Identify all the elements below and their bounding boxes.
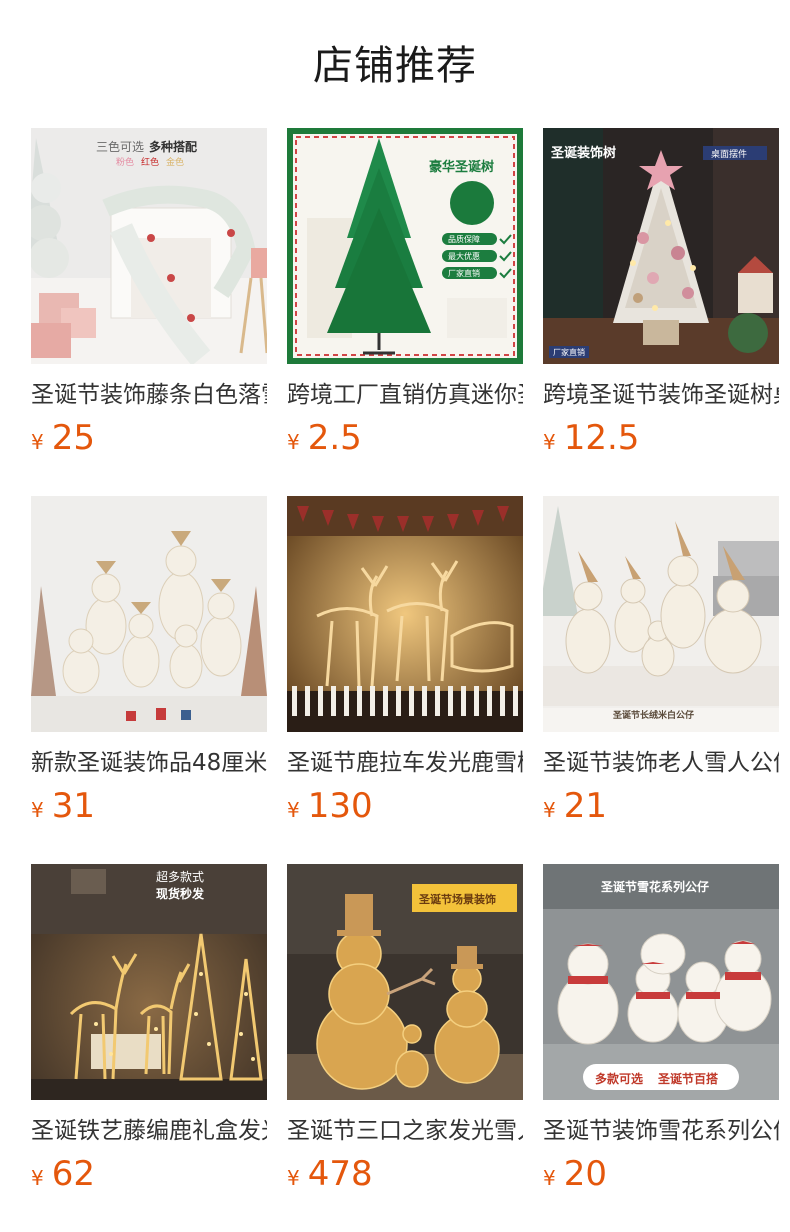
product-card[interactable]: 圣诞节场景装饰 圣诞节三口之家发光雪人摆件 ¥478 <box>287 864 523 1232</box>
currency-symbol: ¥ <box>287 1166 300 1190</box>
product-image[interactable] <box>287 496 523 732</box>
image-caption: 圣诞节长绒米白公仔 <box>613 711 695 721</box>
product-price: ¥12.5 <box>543 418 779 458</box>
image-caption: 粉色 <box>116 158 135 168</box>
product-price: ¥21 <box>543 786 779 826</box>
product-card[interactable]: 三色可选 多种搭配 粉色 红色 金色 圣诞节装饰藤条白色落雪花圣诞树藤条挂件 ¥… <box>31 128 267 496</box>
price-value: 2.5 <box>307 418 362 458</box>
product-price: ¥20 <box>543 1154 779 1194</box>
page-title: 店铺推荐 <box>313 43 477 89</box>
product-name[interactable]: 圣诞节鹿拉车发光鹿雪橇摆件 <box>287 747 523 779</box>
product-name[interactable]: 圣诞节装饰老人雪人公仔摆件 <box>543 747 779 779</box>
price-value: 25 <box>51 418 95 458</box>
product-card[interactable]: 圣诞节雪花系列公仔 多款可选 圣诞节百搭 圣诞节装饰雪花系列公仔摆件 ¥20 <box>543 864 779 1232</box>
snowflake-dolls-image <box>543 864 779 1100</box>
santa-snowman-image <box>543 496 779 732</box>
product-card[interactable]: 圣诞节长绒米白公仔 圣诞节装饰老人雪人公仔摆件 ¥21 <box>543 496 779 864</box>
product-name[interactable]: 跨境圣诞节装饰圣诞树桌面摆件 <box>543 379 779 411</box>
price-value: 62 <box>51 1154 95 1194</box>
product-card[interactable]: 豪华圣诞树 品质保障 最大优惠 厂家直销 跨境工厂直销仿真迷你圣诞树加密绿色 ¥… <box>287 128 523 496</box>
reindeer-sleigh-image <box>287 496 523 732</box>
price-value: 31 <box>51 786 95 826</box>
product-image[interactable]: 超多款式 现货秒发 <box>31 864 267 1100</box>
image-caption: 超多款式 <box>156 870 205 884</box>
image-caption: 多种搭配 <box>149 140 198 154</box>
product-image[interactable]: 圣诞装饰树 桌面摆件 厂家直销 <box>543 128 779 364</box>
product-name[interactable]: 圣诞节装饰雪花系列公仔摆件 <box>543 1115 779 1147</box>
product-image[interactable]: 豪华圣诞树 品质保障 最大优惠 厂家直销 <box>287 128 523 364</box>
image-caption: 金色 <box>166 158 185 168</box>
currency-symbol: ¥ <box>543 1166 556 1190</box>
currency-symbol: ¥ <box>31 1166 44 1190</box>
product-price: ¥2.5 <box>287 418 523 458</box>
image-caption: 圣诞节场景装饰 <box>419 893 496 906</box>
product-image[interactable]: 圣诞节场景装饰 <box>287 864 523 1100</box>
product-name[interactable]: 跨境工厂直销仿真迷你圣诞树加密绿色 <box>287 379 523 411</box>
product-card[interactable]: 超多款式 现货秒发 圣诞铁艺藤编鹿礼盒发光摆件 ¥62 <box>31 864 267 1232</box>
desktop-tree-image <box>543 128 779 364</box>
image-caption: 厂家直销 <box>553 348 585 357</box>
product-image[interactable]: 圣诞节雪花系列公仔 多款可选 圣诞节百搭 <box>543 864 779 1100</box>
product-price: ¥62 <box>31 1154 267 1194</box>
image-caption: 现货秒发 <box>156 887 205 901</box>
image-caption: 圣诞节百搭 <box>658 1072 719 1086</box>
image-caption: 圣诞装饰树 <box>551 146 617 161</box>
product-card[interactable]: 圣诞节鹿拉车发光鹿雪橇摆件 ¥130 <box>287 496 523 864</box>
product-name[interactable]: 圣诞节三口之家发光雪人摆件 <box>287 1115 523 1147</box>
product-price: ¥31 <box>31 786 267 826</box>
rattan-deer-image <box>31 864 267 1100</box>
currency-symbol: ¥ <box>287 798 300 822</box>
product-price: ¥478 <box>287 1154 523 1194</box>
image-caption: 品质保障 <box>448 235 480 244</box>
recommend-page: 店铺推荐 三色可选 多种搭配 粉色 红色 金色 圣诞节装饰藤条白色落 ¥ 25 … <box>0 0 790 1232</box>
price-value: 12.5 <box>563 418 640 458</box>
product-image[interactable] <box>31 496 267 732</box>
product-price: ¥130 <box>287 786 523 826</box>
currency-symbol: ¥ <box>543 430 556 454</box>
image-caption: 最大优惠 <box>448 252 480 261</box>
product-grid: 三色可选 多种搭配 粉色 红色 金色 圣诞节装饰藤条白色落雪花圣诞树藤条挂件 ¥… <box>31 128 779 1232</box>
product-name[interactable]: 圣诞铁艺藤编鹿礼盒发光摆件 <box>31 1115 267 1147</box>
image-caption: 多款可选 <box>595 1072 644 1086</box>
product-price: ¥25 <box>31 418 267 458</box>
snowman-dolls-image <box>31 496 267 732</box>
image-caption: 厂家直销 <box>448 269 480 278</box>
image-caption: 豪华圣诞树 <box>429 160 495 175</box>
product-name[interactable]: 新款圣诞装饰品48厘米雪人公仔摆件 <box>31 747 267 779</box>
image-caption: 桌面摆件 <box>711 150 748 160</box>
image-caption: 三色可选 <box>96 140 145 154</box>
image-caption: 圣诞节雪花系列公仔 <box>601 880 710 894</box>
product-image[interactable]: 三色可选 多种搭配 粉色 红色 金色 <box>31 128 267 364</box>
price-value: 130 <box>307 786 373 826</box>
image-caption: 红色 <box>141 158 160 168</box>
currency-symbol: ¥ <box>31 430 44 454</box>
currency-symbol: ¥ <box>287 430 300 454</box>
price-value: 478 <box>307 1154 373 1194</box>
currency-symbol: ¥ <box>543 798 556 822</box>
price-value: 20 <box>563 1154 607 1194</box>
product-card[interactable]: 圣诞装饰树 桌面摆件 厂家直销 跨境圣诞节装饰圣诞树桌面摆件 ¥12.5 <box>543 128 779 496</box>
currency-symbol: ¥ <box>31 798 44 822</box>
product-name[interactable]: 圣诞节装饰藤条白色落雪花圣诞树藤条挂件 <box>31 379 267 411</box>
price-value: 21 <box>563 786 607 826</box>
product-card[interactable]: 新款圣诞装饰品48厘米雪人公仔摆件 ¥31 <box>31 496 267 864</box>
product-image[interactable]: 圣诞节长绒米白公仔 <box>543 496 779 732</box>
